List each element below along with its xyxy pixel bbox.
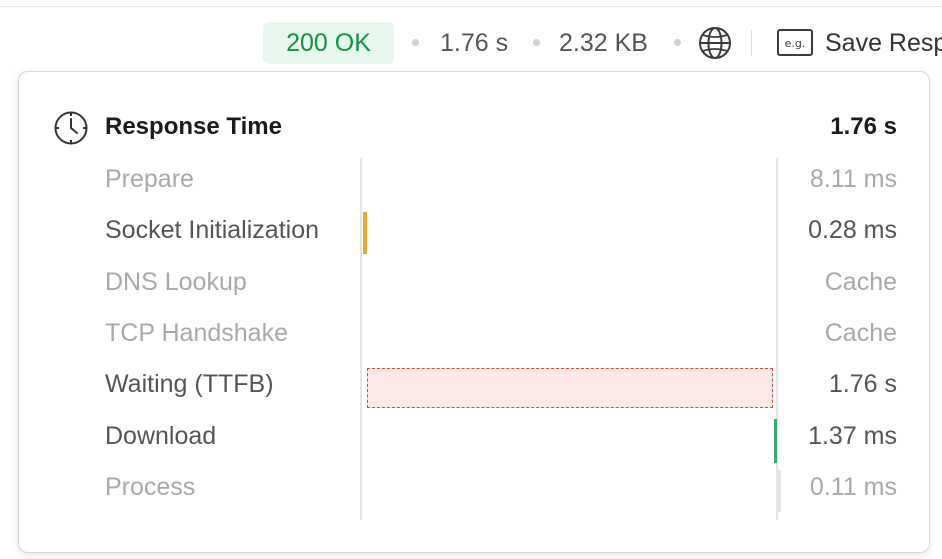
timing-row-download: Download 1.37 ms	[19, 411, 929, 463]
top-divider	[0, 6, 942, 7]
separator-dot	[412, 39, 419, 46]
timing-row-socket-initialization: Socket Initialization 0.28 ms	[19, 205, 929, 256]
response-size[interactable]: 2.32 KB	[559, 22, 648, 64]
timing-label: Download	[105, 422, 217, 450]
timing-label: Prepare	[105, 165, 194, 193]
globe-icon[interactable]	[698, 26, 732, 60]
timing-value: 1.76 s	[828, 370, 897, 398]
timing-label: DNS Lookup	[105, 268, 247, 296]
svg-text:e.g.: e.g.	[785, 37, 806, 50]
timing-value: Cache	[824, 319, 897, 347]
download-bar	[774, 419, 777, 463]
response-time-summary[interactable]: 1.76 s	[440, 22, 508, 64]
status-badge[interactable]: 200 OK	[263, 22, 394, 64]
response-panel: 200 OK 1.76 s 2.32 KB e.g. Save Resp Res…	[0, 0, 942, 559]
separator-dot	[533, 39, 540, 46]
example-icon[interactable]: e.g.	[777, 29, 813, 56]
ttfb-bar	[367, 368, 773, 408]
timing-row-waiting-ttfb: Waiting (TTFB) 1.76 s	[19, 359, 929, 410]
timing-row-process: Process 0.11 ms	[19, 462, 929, 513]
timing-row-prepare: Prepare 8.11 ms	[19, 154, 929, 205]
timing-row-tcp-handshake: TCP Handshake Cache	[19, 308, 929, 359]
timing-value: 1.37 ms	[808, 422, 897, 450]
save-response-button[interactable]: Save Resp	[825, 22, 942, 64]
toolbar-divider	[751, 30, 752, 56]
timing-label: Waiting (TTFB)	[105, 370, 274, 398]
timing-label: Process	[105, 473, 196, 501]
timing-value: 0.11 ms	[809, 473, 897, 501]
response-time-title: Response Time	[105, 113, 282, 140]
clock-icon	[54, 111, 88, 145]
timing-label: TCP Handshake	[105, 319, 288, 347]
response-time-total: 1.76 s	[830, 113, 897, 140]
socket-init-bar	[363, 212, 367, 254]
timing-value: 0.28 ms	[808, 216, 897, 244]
process-bar	[778, 470, 781, 512]
separator-dot	[674, 39, 681, 46]
response-status-bar: 200 OK 1.76 s 2.32 KB e.g. Save Resp	[0, 18, 942, 66]
timing-row-dns-lookup: DNS Lookup Cache	[19, 257, 929, 308]
timing-value: Cache	[824, 268, 897, 296]
response-time-popover: Response Time 1.76 s Prepare 8.11 ms Soc…	[18, 71, 930, 553]
timing-value: 8.11 ms	[809, 165, 897, 193]
timing-label: Socket Initialization	[105, 216, 320, 244]
